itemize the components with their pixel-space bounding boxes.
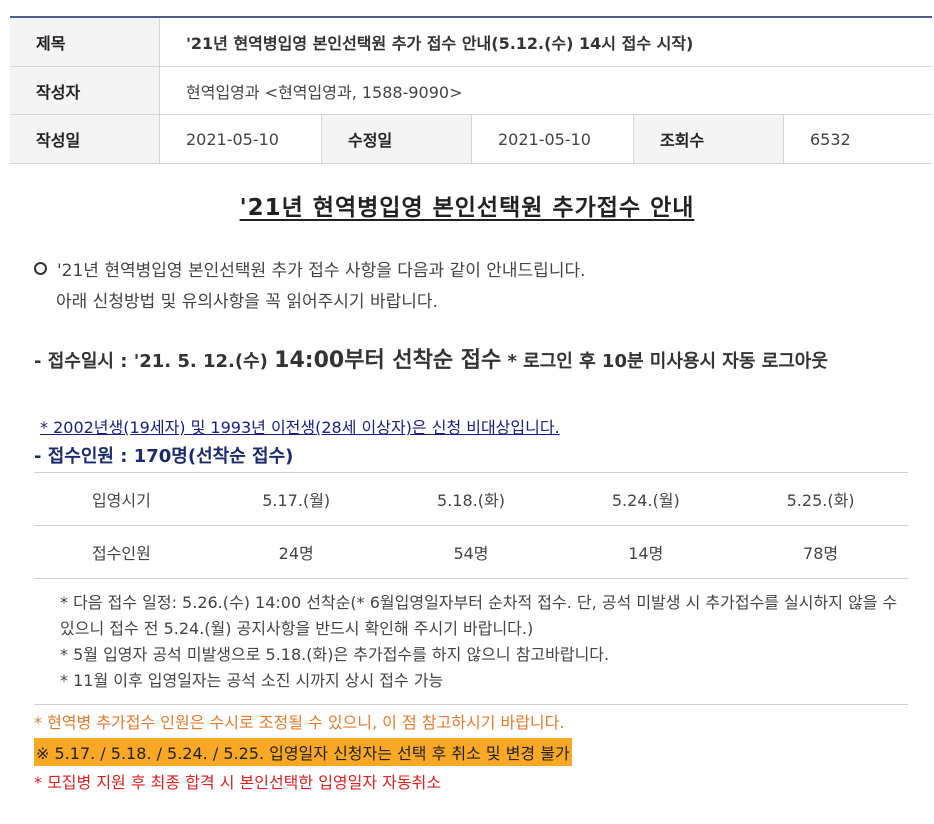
reception-prefix: - 접수일시 : '21. 5. 12.(수) <box>34 351 275 372</box>
modified-label: 수정일 <box>321 115 471 163</box>
divider <box>34 704 908 705</box>
table-cell: 24명 <box>278 544 314 563</box>
meta-row-dates: 작성일 2021-05-10 수정일 2021-05-10 조회수 6532 <box>10 115 932 164</box>
table-header-cell: 5.24.(월) <box>611 491 680 510</box>
views-label: 조회수 <box>633 115 783 163</box>
auto-cancel-warning: * 모집병 지원 후 최종 합격 시 본인선택한 입영일자 자동취소 <box>34 773 442 792</box>
table-cell: 78명 <box>803 544 839 563</box>
content-title: '21년 현역병입영 본인선택원 추가접수 안내 <box>0 188 934 222</box>
table-row: 입영시기 5.17.(월) 5.18.(화) 5.24.(월) 5.25.(화) <box>34 473 908 526</box>
subject-value: '21년 현역병입영 본인선택원 추가 접수 안내(5.12.(수) 14시 접… <box>159 18 932 66</box>
note-item: * 5월 입영자 공석 미발생으로 5.18.(화)은 추가접수를 하지 않으니… <box>60 645 610 664</box>
no-cancel-warning: ※ 5.17. / 5.18. / 5.24. / 5.25. 입영일자 신청자… <box>34 738 572 766</box>
table-row: 접수인원 24명 54명 14명 78명 <box>34 526 908 579</box>
reception-count: - 접수인원 : 170명(선착순 접수) <box>34 446 294 467</box>
meta-row-author: 작성자 현역입영과 <현역입영과, 1588-9090> <box>10 67 932 115</box>
adjustment-warning: * 현역병 추가접수 인원은 수시로 조정될 수 있으니, 이 점 참고하시기 … <box>34 713 565 732</box>
table-cell: 접수인원 <box>91 544 151 563</box>
intro-line-2: 아래 신청방법 및 유의사항을 꼭 읽어주시기 바랍니다. <box>56 292 438 312</box>
table-header-cell: 입영시기 <box>91 491 151 510</box>
intro-line-1: '21년 현역병입영 본인선택원 추가 접수 사항을 다음과 같이 안내드립니다… <box>34 256 586 287</box>
circle-bullet-icon <box>34 262 47 275</box>
eligibility-note-link[interactable]: * 2002년생(19세자) 및 1993년 이전생(28세 이상자)은 신청 … <box>40 414 560 438</box>
views-value: 6532 <box>783 115 932 163</box>
intro-paragraph: '21년 현역병입영 본인선택원 추가 접수 사항을 다음과 같이 안내드립니다… <box>34 256 586 318</box>
created-value: 2021-05-10 <box>159 115 321 163</box>
content-title-text: '21년 현역병입영 본인선택원 추가접수 안내 <box>239 195 695 221</box>
schedule-table: 입영시기 5.17.(월) 5.18.(화) 5.24.(월) 5.25.(화)… <box>34 472 908 579</box>
reception-datetime: - 접수일시 : '21. 5. 12.(수) 14:00부터 선착순 접수 *… <box>34 346 914 377</box>
meta-row-subject: 제목 '21년 현역병입영 본인선택원 추가 접수 안내(5.12.(수) 14… <box>10 18 932 67</box>
note-item: * 11월 이후 입영일자는 공석 소진 시까지 상시 접수 가능 <box>60 671 444 690</box>
intro-line-1-text: '21년 현역병입영 본인선택원 추가 접수 사항을 다음과 같이 안내드립니다… <box>57 261 586 281</box>
table-header-cell: 5.17.(월) <box>262 491 331 510</box>
reception-time: 14:00부터 선착순 접수 <box>274 348 502 373</box>
table-cell: 54명 <box>453 544 489 563</box>
created-label: 작성일 <box>10 115 159 163</box>
author-value: 현역입영과 <현역입영과, 1588-9090> <box>159 67 932 114</box>
subject-label: 제목 <box>10 18 159 66</box>
modified-value: 2021-05-10 <box>471 115 633 163</box>
note-item: * 다음 접수 일정: 5.26.(수) 14:00 선착순(* 6월입영일자부… <box>60 593 898 638</box>
notes-list: * 다음 접수 일정: 5.26.(수) 14:00 선착순(* 6월입영일자부… <box>60 590 900 694</box>
table-cell: 14명 <box>628 544 664 563</box>
reception-suffix: * 로그인 후 10분 미사용시 자동 로그아웃 <box>501 351 828 372</box>
table-header-cell: 5.25.(화) <box>786 491 855 510</box>
table-header-cell: 5.18.(화) <box>437 491 505 510</box>
post-meta-table: 제목 '21년 현역병입영 본인선택원 추가 접수 안내(5.12.(수) 14… <box>10 16 932 164</box>
author-label: 작성자 <box>10 67 159 114</box>
